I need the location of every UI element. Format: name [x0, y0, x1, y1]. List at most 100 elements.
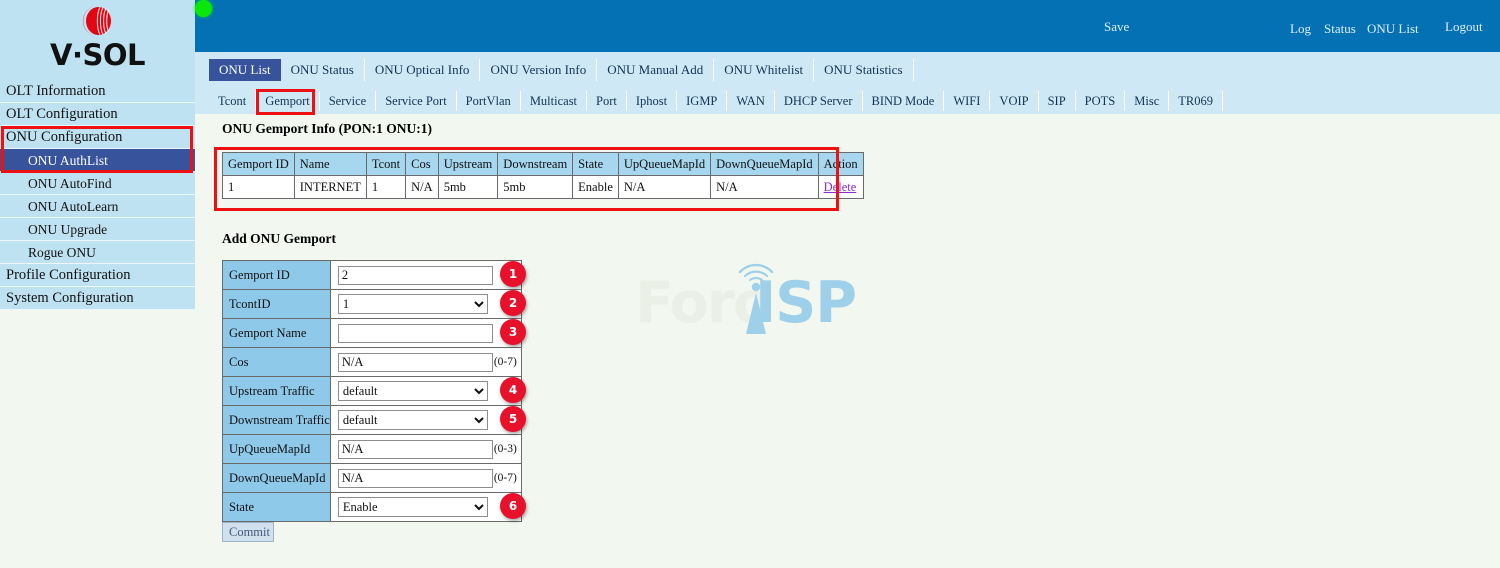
- tab-onu-statistics[interactable]: ONU Statistics: [814, 59, 913, 81]
- cell-gemport-id: 1: [223, 176, 295, 199]
- subtab-wifi[interactable]: WIFI: [944, 91, 990, 111]
- onu-list-link[interactable]: ONU List: [1367, 21, 1419, 37]
- log-link[interactable]: Log: [1290, 21, 1311, 37]
- tcontid-select[interactable]: 1: [338, 294, 488, 314]
- subtab-service-port[interactable]: Service Port: [376, 91, 456, 111]
- upstream-traffic-select[interactable]: default: [338, 381, 488, 401]
- callout-badge-5: 5: [500, 406, 526, 432]
- sidebar-item-label: System Configuration: [6, 290, 134, 306]
- sidebar-item-olt-information[interactable]: OLT Information: [0, 80, 195, 103]
- tab-onu-whitelist[interactable]: ONU Whitelist: [714, 59, 814, 81]
- subtab-pots[interactable]: POTS: [1076, 91, 1126, 111]
- form-label-gemport-id: Gemport ID: [223, 261, 331, 290]
- status-link[interactable]: Status: [1324, 21, 1356, 37]
- subtab-port[interactable]: Port: [587, 91, 627, 111]
- top-header-bar: Save Log Status ONU List Logout: [195, 0, 1500, 52]
- form-label-downqueuemapid: DownQueueMapId: [223, 464, 331, 493]
- downstream-traffic-select[interactable]: default: [338, 410, 488, 430]
- tab-onu-list[interactable]: ONU List: [209, 59, 281, 81]
- tab-onu-status[interactable]: ONU Status: [281, 59, 365, 81]
- add-gemport-form: Gemport IDTcontID1Gemport NameCos(0-7) Up…: [222, 260, 522, 522]
- table-header-row: Gemport IDNameTcontCosUpstreamDownstream…: [223, 153, 864, 176]
- tab-onu-version-info[interactable]: ONU Version Info: [480, 59, 597, 81]
- sidebar-item-label: ONU AuthList: [28, 153, 108, 168]
- table-row: 1INTERNET1N/A5mb5mbEnableN/AN/ADelete: [223, 176, 864, 199]
- sidebar-item-onu-configuration[interactable]: ONU Configuration: [0, 126, 195, 149]
- column-header: Downstream: [498, 153, 573, 176]
- logout-link[interactable]: Logout: [1445, 19, 1483, 35]
- column-header: Action: [818, 153, 863, 176]
- cell-upstream: 5mb: [438, 176, 498, 199]
- upqueuemapid-input[interactable]: [338, 440, 493, 459]
- save-button[interactable]: Save: [1104, 19, 1129, 35]
- gemport-name-input[interactable]: [338, 324, 493, 343]
- tab-onu-optical-info[interactable]: ONU Optical Info: [365, 59, 481, 81]
- subtab-service[interactable]: Service: [320, 91, 376, 111]
- subtab-dhcp-server[interactable]: DHCP Server: [775, 91, 863, 111]
- subtab-tr069[interactable]: TR069: [1169, 91, 1223, 111]
- subtab-voip[interactable]: VOIP: [990, 91, 1038, 111]
- form-row-upqueuemapid: UpQueueMapId (0-3): [223, 435, 522, 464]
- tab-onu-manual-add[interactable]: ONU Manual Add: [597, 59, 714, 81]
- sidebar-item-label: Rogue ONU: [28, 245, 96, 260]
- add-gemport-title: Add ONU Gemport: [222, 231, 336, 247]
- column-header: Gemport ID: [223, 153, 295, 176]
- watermark-text-isp: ISP: [755, 270, 856, 336]
- form-label-upqueuemapid: UpQueueMapId: [223, 435, 331, 464]
- delete-link[interactable]: Delete: [824, 180, 857, 194]
- form-row-downqueuemapid: DownQueueMapId(0-7): [223, 464, 522, 493]
- sidebar-item-label: OLT Information: [6, 83, 105, 99]
- form-row-gemport-name: Gemport Name: [223, 319, 522, 348]
- cell-name: INTERNET: [294, 176, 366, 199]
- form-row-state: State EnableDisable: [223, 493, 522, 522]
- subtab-wan[interactable]: WAN: [727, 91, 774, 111]
- cell-tcont: 1: [366, 176, 405, 199]
- subtab-bind-mode[interactable]: BIND Mode: [863, 91, 945, 111]
- form-label-cos: Cos: [223, 348, 331, 377]
- form-label-gemport-name: Gemport Name: [223, 319, 331, 348]
- form-field-cell: (0-3): [330, 435, 521, 464]
- gemport-id-input[interactable]: [338, 266, 493, 285]
- sidebar-item-label: ONU Configuration: [6, 129, 122, 145]
- subtab-portvlan[interactable]: PortVlan: [457, 91, 521, 111]
- sidebar-item-rogue-onu[interactable]: Rogue ONU: [0, 241, 195, 264]
- form-field-cell: default: [330, 406, 521, 435]
- sidebar-item-onu-autolearn[interactable]: ONU AutoLearn: [0, 195, 195, 218]
- column-header: DownQueueMapId: [711, 153, 819, 176]
- sidebar-item-onu-autofind[interactable]: ONU AutoFind: [0, 172, 195, 195]
- action-cell: Delete: [818, 176, 863, 199]
- cos-input[interactable]: [338, 353, 493, 372]
- form-field-cell: (0-7): [330, 348, 521, 377]
- form-field-cell: [330, 261, 521, 290]
- sidebar-item-olt-configuration[interactable]: OLT Configuration: [0, 103, 195, 126]
- subtab-multicast[interactable]: Multicast: [521, 91, 587, 111]
- cell-downstream: 5mb: [498, 176, 573, 199]
- form-row-cos: Cos(0-7): [223, 348, 522, 377]
- form-row-gemport-id: Gemport ID: [223, 261, 522, 290]
- cell-cos: N/A: [406, 176, 439, 199]
- sidebar-item-onu-authlist[interactable]: ONU AuthList: [0, 149, 195, 172]
- vsol-sphere-logo-icon: [78, 2, 118, 40]
- subtab-gemport[interactable]: Gemport: [256, 91, 319, 111]
- form-row-tcontid: TcontID1: [223, 290, 522, 319]
- cell-up-queue-map-id: N/A: [618, 176, 710, 199]
- sidebar-item-label: Profile Configuration: [6, 267, 130, 283]
- brand-logo[interactable]: V·SOL: [0, 0, 195, 80]
- state-select[interactable]: EnableDisable: [338, 497, 488, 517]
- form-label-state: State: [223, 493, 331, 522]
- column-header: Cos: [406, 153, 439, 176]
- subtab-misc[interactable]: Misc: [1125, 91, 1169, 111]
- commit-button[interactable]: Commit: [222, 522, 274, 542]
- sidebar-item-onu-upgrade[interactable]: ONU Upgrade: [0, 218, 195, 241]
- subtab-igmp[interactable]: IGMP: [677, 91, 727, 111]
- subtab-iphost[interactable]: Iphost: [627, 91, 677, 111]
- form-field-cell: [330, 319, 521, 348]
- downqueuemapid-input[interactable]: [338, 469, 493, 488]
- sidebar-item-profile-configuration[interactable]: Profile Configuration: [0, 264, 195, 287]
- subtab-sip[interactable]: SIP: [1039, 91, 1076, 111]
- antenna-tower-icon: [734, 248, 778, 336]
- sidebar-item-system-configuration[interactable]: System Configuration: [0, 287, 195, 310]
- subtab-tcont[interactable]: Tcont: [209, 91, 256, 111]
- column-header: State: [573, 153, 619, 176]
- field-range-hint: (0-3): [494, 443, 517, 455]
